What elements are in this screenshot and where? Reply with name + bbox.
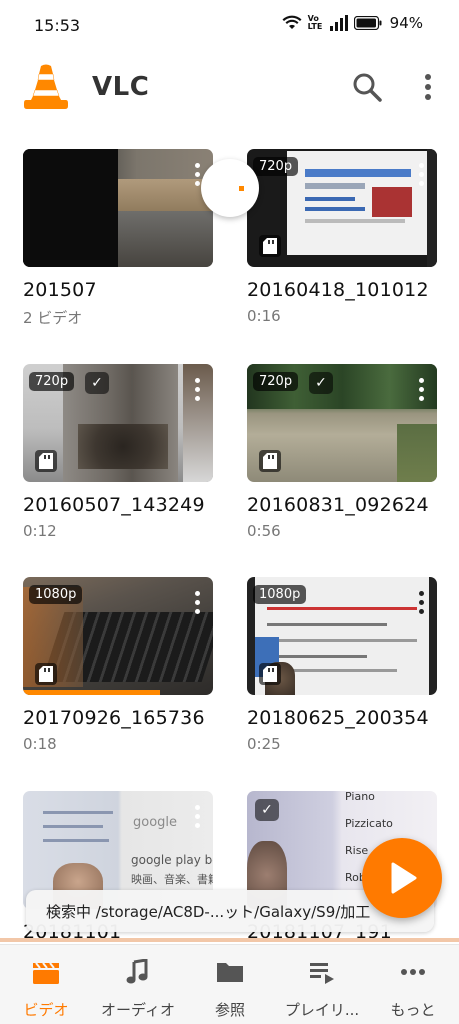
video-thumbnail[interactable]: 720p ✓ [247, 364, 437, 482]
video-title: 20160418_101012 [247, 279, 429, 301]
video-title: 201507 [23, 279, 97, 301]
thumb-text: google [133, 815, 178, 830]
video-duration: 0:12 [23, 522, 57, 540]
video-card[interactable]: 1080p 20180625_200354 0:25 [247, 577, 437, 753]
thumbnail-menu-icon[interactable] [193, 805, 201, 833]
video-folder-card[interactable]: 201507 2 ビデオ [23, 149, 213, 328]
nav-item-audio[interactable]: オーディオ [92, 958, 184, 1020]
checkmark-icon: ✓ [309, 372, 333, 394]
resolution-badge: 720p [29, 372, 75, 391]
status-bar: 15:53 Vo LTE 94% [0, 0, 459, 52]
video-thumbnail[interactable]: 720p [247, 149, 437, 267]
playlist-icon [310, 963, 334, 984]
video-card[interactable]: 720p 20160418_101012 0:16 [247, 149, 437, 325]
sd-card-icon [35, 450, 57, 472]
sd-card-icon [259, 235, 281, 257]
play-all-button[interactable] [362, 838, 442, 918]
resolution-badge: 1080p [29, 585, 83, 604]
video-grid: 201507 2 ビデオ 720p 20160418_101012 0:16 7… [0, 124, 459, 940]
nav-label: プレイリ... [284, 1001, 360, 1019]
video-duration: 0:56 [247, 522, 281, 540]
video-title: 20170926_165736 [23, 707, 205, 729]
lte-icon: Vo LTE [307, 14, 323, 31]
resolution-badge: 1080p [253, 585, 307, 604]
nav-item-playlist[interactable]: プレイリ... [276, 959, 368, 1020]
thumbnail-menu-icon[interactable] [193, 378, 201, 406]
video-thumbnail[interactable]: 1080p [23, 577, 213, 695]
folder-icon [217, 963, 243, 982]
nav-label: もっと [390, 1001, 436, 1019]
video-title: 20160507_143249 [23, 494, 205, 516]
sd-card-icon [35, 663, 57, 685]
search-icon[interactable] [350, 70, 384, 104]
video-card[interactable]: 1080p 20170926_165736 0:18 [23, 577, 213, 753]
resolution-badge: 720p [253, 157, 299, 176]
spinner-dot [239, 186, 244, 191]
thumb-text: google play boo [131, 853, 213, 867]
thumb-text: Pizzicato [345, 817, 393, 830]
play-icon [391, 862, 417, 894]
loading-spinner [201, 159, 259, 217]
thumbnail-menu-icon[interactable] [417, 378, 425, 406]
nav-item-browse[interactable]: 参照 [184, 959, 276, 1020]
thumb-text: Rise [345, 844, 369, 857]
more-horiz-icon [401, 969, 425, 975]
music-note-icon [126, 958, 148, 984]
thumbnail-menu-icon[interactable] [417, 591, 425, 619]
checkmark-icon: ✓ [255, 799, 279, 821]
video-duration: 0:18 [23, 735, 57, 753]
snackbar-text: 検索中 /storage/AC8D-...ット/Galaxy/S9/加工 [46, 903, 371, 921]
app-title: VLC [92, 72, 150, 102]
video-card[interactable]: 720p ✓ 20160507_143249 0:12 [23, 364, 213, 540]
thumbnail-menu-icon[interactable] [193, 163, 201, 191]
vlc-cone-icon [24, 64, 68, 109]
signal-icon [329, 15, 348, 31]
battery-percent: 94% [389, 14, 423, 32]
battery-icon [353, 16, 382, 30]
app-bar: VLC [0, 52, 459, 124]
status-time: 15:53 [34, 16, 81, 35]
nav-label: 参照 [214, 1001, 245, 1019]
nav-label: オーディオ [101, 1001, 175, 1019]
bottom-navigation: ビデオ オーディオ 参照 プレイリ... もっと [0, 944, 459, 1024]
nav-label: ビデオ [23, 1001, 69, 1019]
more-vert-icon[interactable] [418, 70, 438, 104]
checkmark-icon: ✓ [85, 372, 109, 394]
video-duration: 0:16 [247, 307, 281, 325]
video-thumbnail[interactable] [23, 149, 213, 267]
video-subtitle: 2 ビデオ [23, 309, 83, 327]
scan-progress-bar [0, 938, 459, 942]
nav-item-video[interactable]: ビデオ [0, 959, 92, 1020]
video-card[interactable]: 720p ✓ 20160831_092624 0:56 [247, 364, 437, 540]
thumbnail-menu-icon[interactable] [193, 591, 201, 619]
sd-card-icon [259, 663, 281, 685]
video-clapper-icon [33, 962, 59, 984]
video-duration: 0:25 [247, 735, 281, 753]
resolution-badge: 720p [253, 372, 299, 391]
video-title: 20180625_200354 [247, 707, 429, 729]
video-thumbnail[interactable]: 1080p [247, 577, 437, 695]
status-icons: Vo LTE 94% [282, 14, 423, 32]
wifi-icon [282, 15, 302, 29]
thumbnail-menu-icon[interactable] [417, 163, 425, 191]
nav-item-more[interactable]: もっと [367, 959, 459, 1020]
thumb-text: 映画、音楽、書籍 [131, 873, 213, 886]
playback-progress [23, 690, 160, 695]
sd-card-icon [259, 450, 281, 472]
video-title: 20160831_092624 [247, 494, 429, 516]
thumb-text: Piano [345, 791, 375, 803]
video-thumbnail[interactable]: 720p ✓ [23, 364, 213, 482]
